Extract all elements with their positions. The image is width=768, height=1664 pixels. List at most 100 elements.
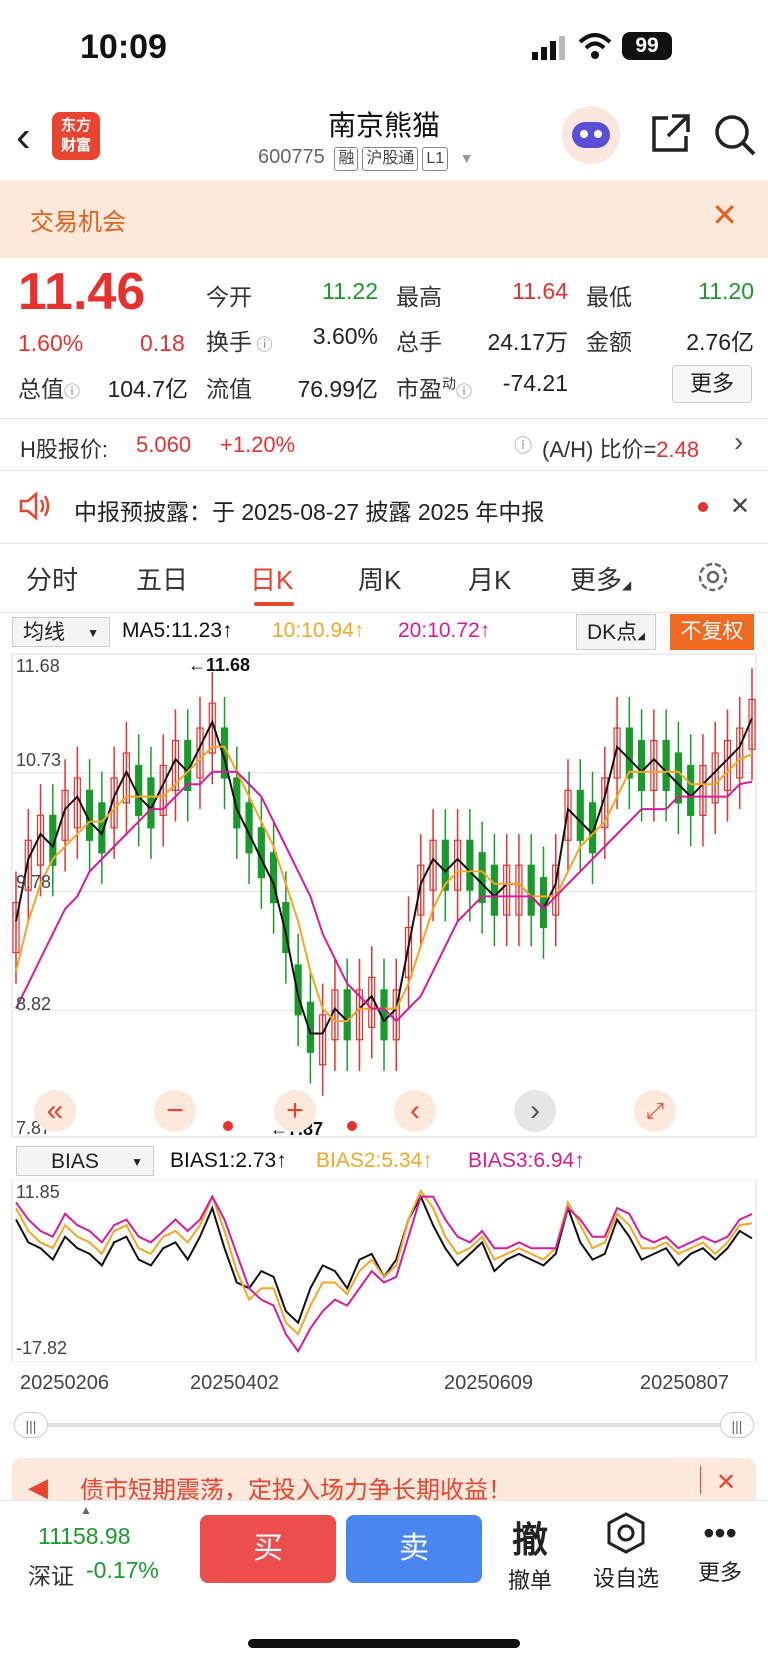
zoom-in-icon[interactable]: + [274,1090,316,1132]
bias-line-BIAS3 [15,1194,753,1354]
more-quote-button[interactable]: 更多 [672,365,752,403]
h-share-row[interactable]: H股报价: 5.060 +1.20% ⓘ (A/H) 比价=2.48 › [0,420,768,468]
status-bar: 10:09 99 [0,0,768,100]
cancel-order-icon: 撤 [511,1519,548,1560]
buy-button[interactable]: 买 [200,1515,336,1583]
add-watchlist-label: 设自选 [592,1566,659,1591]
tab-intraday[interactable]: 分时 [26,560,78,597]
amount-label: 金额 [586,329,632,355]
zoom-out-icon[interactable]: − [154,1090,196,1132]
ma10-label: 10:10.94↑ [272,619,365,642]
report-notice[interactable]: 中报预披露：于 2025-08-27 披露 2025 年中报 ✕ [0,478,768,538]
bias-line-BIAS1 [15,1194,753,1325]
battery-icon: 99 [622,32,672,60]
unread-dot [698,502,708,512]
tab-daily-k[interactable]: 日K [250,560,293,597]
candle-body [527,864,535,916]
index-value[interactable]: 11158.98 [38,1523,131,1550]
change-amount: 0.18 [140,330,185,356]
tab-monthly-k[interactable]: 月K [468,560,511,597]
volume-label: 总手 [396,329,442,355]
notice-text: 中报预披露：于 2025-08-27 披露 2025 年中报 [74,499,545,525]
margin-tag: 融 [334,147,359,171]
ad-divider [700,1466,701,1494]
candle-body [662,739,670,792]
clock: 10:09 [80,28,167,66]
candle-body [490,864,498,916]
speaker-icon [18,490,54,527]
date-label: 20250206 [20,1372,109,1394]
chevron-left-icon[interactable]: ‹ [394,1090,436,1132]
divider [0,418,768,419]
index-change: -0.17% [86,1557,159,1583]
close-icon[interactable]: ✕ [711,196,738,234]
close-icon[interactable]: ✕ [716,1468,736,1497]
bias2-label: BIAS2:5.34↑ [316,1149,433,1172]
pe-label: 市盈动ⓘ [396,375,473,402]
dk-point-select[interactable]: DK点◢ [576,614,656,650]
mktcap-value: 104.7亿 [107,376,188,402]
bias-chart[interactable] [0,1180,768,1362]
bias-bottom-label: -17.82 [16,1338,68,1358]
add-watchlist-button[interactable]: 设自选 [586,1511,666,1593]
ah-ratio: (A/H) 比价=2.48 [542,437,700,462]
mktcap-label: 总值ⓘ [18,376,81,402]
adjust-button[interactable]: 不复权 [670,614,754,650]
kline-chart[interactable] [0,652,768,1142]
candle-body [674,752,683,804]
change-percent: 1.60% [18,330,84,356]
scroller-right-handle[interactable]: ||| [720,1412,754,1438]
h-share-label: H股报价: [20,437,109,462]
turnover-value: 3.60% [312,323,378,349]
chevron-right-icon[interactable]: › [514,1090,556,1132]
y-tick-label: 10.73 [16,750,62,770]
scroller-left-handle[interactable]: ||| [14,1412,48,1438]
expand-icon[interactable]: ⤢ [634,1090,676,1132]
trade-opportunity-banner[interactable]: 交易机会 ✕ [0,180,768,258]
h-share-price: 5.060 [136,432,192,457]
info-icon[interactable]: ⓘ [252,337,272,354]
rewind-icon[interactable]: « [34,1090,76,1132]
bias-select[interactable]: BIAS ▼ [16,1146,154,1176]
stock-code-line[interactable]: 600775 融沪股通 L1 ▼ [258,146,474,171]
open-label: 今开 [206,284,252,310]
info-icon[interactable]: ⓘ [456,384,472,401]
float-label: 流值 [206,376,252,402]
indicator-select[interactable]: 均线 ▼ [12,617,110,647]
cancel-order-button[interactable]: 撤 撤单 [490,1511,570,1595]
chevron-right-icon[interactable]: › [734,426,743,458]
more-button[interactable]: ••• 更多 [680,1511,760,1587]
high-value: 11.64 [512,278,568,304]
candle-body [637,739,646,792]
range-scroller[interactable]: ||| ||| [14,1412,754,1438]
dropdown-triangle-icon: ▼ [459,150,474,166]
candle-body [625,727,633,779]
divider [0,612,768,613]
signal-dot [347,1121,357,1131]
close-icon[interactable]: ✕ [730,492,750,521]
y-tick-label: 8.82 [16,994,52,1014]
tab-more[interactable]: 更多◢ [570,560,631,597]
ma5-label: MA5:11.23↑ [122,619,233,642]
info-icon[interactable]: ⓘ [64,384,80,401]
home-indicator [248,1639,520,1648]
stock-code: 600775 [258,146,325,168]
sell-button[interactable]: 卖 [346,1515,482,1583]
turnover-label: 换手 ⓘ [206,329,273,355]
help-icon[interactable]: ⓘ [514,432,532,458]
ma20-label: 20:10.72↑ [398,619,491,642]
date-label: 20250402 [190,1372,279,1394]
tab-5day[interactable]: 五日 [136,560,188,597]
candle-body [466,839,474,891]
robot-assistant-icon[interactable] [562,106,620,164]
divider [0,470,768,471]
amount-value: 2.76亿 [686,329,754,355]
search-icon[interactable] [712,112,758,163]
divider [0,543,768,544]
low-value: 11.20 [698,278,754,304]
candle-body [687,764,695,816]
gear-icon[interactable] [696,560,730,599]
share-icon[interactable] [648,112,692,161]
tab-weekly-k[interactable]: 周K [358,560,401,597]
candle-body [343,989,351,1041]
